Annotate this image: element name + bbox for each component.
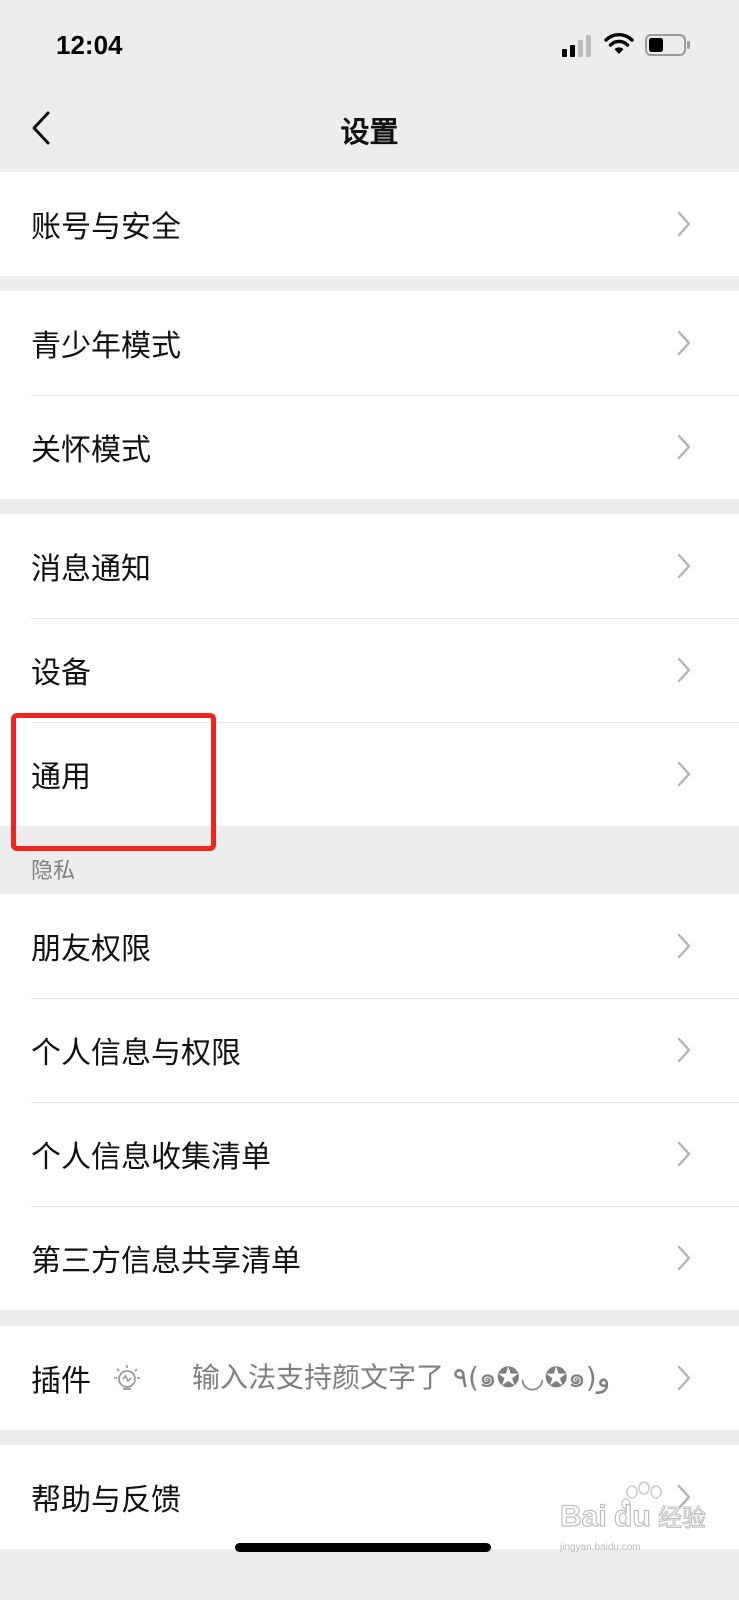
section-title-privacy: 隐私 <box>31 859 76 884</box>
page-title: 设置 <box>340 115 399 149</box>
lightbulb-icon <box>114 1365 140 1390</box>
row-youth-mode[interactable]: 青少年模式 <box>0 291 739 395</box>
plugin-tip-text: 输入法支持颜文字了 ٩(๑✪◡✪๑)و <box>192 1361 611 1394</box>
cellular-signal-icon <box>562 35 591 57</box>
chevron-right-icon <box>677 1141 691 1167</box>
row-label: 消息通知 <box>31 552 151 587</box>
row-friend-permissions[interactable]: 朋友权限 <box>0 894 739 998</box>
chevron-right-icon <box>677 330 691 356</box>
row-devices[interactable]: 设备 <box>0 618 739 722</box>
row-label: 插件 <box>31 1364 91 1399</box>
chevron-right-icon <box>677 211 691 237</box>
row-label: 第三方信息共享清单 <box>31 1244 301 1279</box>
status-time: 12:04 <box>56 30 123 60</box>
row-account-security[interactable]: 账号与安全 <box>0 172 739 276</box>
row-label: 帮助与反馈 <box>31 1483 181 1518</box>
chevron-right-icon <box>677 1037 691 1063</box>
row-notifications[interactable]: 消息通知 <box>0 514 739 618</box>
row-label: 个人信息收集清单 <box>31 1140 271 1175</box>
watermark-cn: 经验 <box>658 1504 706 1532</box>
highlight-box <box>11 713 216 851</box>
row-personal-info-permissions[interactable]: 个人信息与权限 <box>0 998 739 1102</box>
row-personal-info-list[interactable]: 个人信息收集清单 <box>0 1102 739 1206</box>
watermark-brand-du: du <box>614 1500 651 1533</box>
row-label: 朋友权限 <box>31 932 151 967</box>
settings-group-modes: 青少年模式 关怀模式 <box>0 291 739 499</box>
chevron-right-icon <box>677 1365 691 1391</box>
row-label: 账号与安全 <box>31 210 181 245</box>
home-indicator[interactable] <box>235 1543 491 1552</box>
chevron-right-icon <box>677 434 691 460</box>
battery-icon <box>645 34 690 56</box>
row-label: 关怀模式 <box>31 433 151 468</box>
chevron-right-icon <box>677 553 691 579</box>
chevron-right-icon <box>677 1245 691 1271</box>
row-label: 青少年模式 <box>31 329 181 364</box>
status-bar: 12:04 <box>0 0 739 95</box>
settings-group-account: 账号与安全 <box>0 172 739 276</box>
chevron-right-icon <box>677 761 691 787</box>
chevron-right-icon <box>677 657 691 683</box>
settings-group-plugins: 插件 输入法支持颜文字了 ٩(๑✪◡✪๑)و <box>0 1326 739 1430</box>
baidu-jingyan-watermark: Bai du 经验 <box>560 1481 707 1534</box>
settings-group-privacy: 朋友权限 个人信息与权限 个人信息收集清单 第三方信息共享清单 <box>0 894 739 1310</box>
wifi-icon <box>604 33 634 54</box>
nav-bar: 设置 <box>0 95 739 170</box>
row-plugins[interactable]: 插件 输入法支持颜文字了 ٩(๑✪◡✪๑)و <box>0 1326 739 1430</box>
chevron-right-icon <box>677 933 691 959</box>
row-label: 设备 <box>31 656 91 691</box>
row-third-party-sharing-list[interactable]: 第三方信息共享清单 <box>0 1206 739 1310</box>
row-care-mode[interactable]: 关怀模式 <box>0 395 739 499</box>
watermark-url: jingyan.baidu.com <box>560 1542 641 1553</box>
watermark-brand: Bai <box>560 1500 607 1533</box>
row-label: 个人信息与权限 <box>31 1036 241 1071</box>
